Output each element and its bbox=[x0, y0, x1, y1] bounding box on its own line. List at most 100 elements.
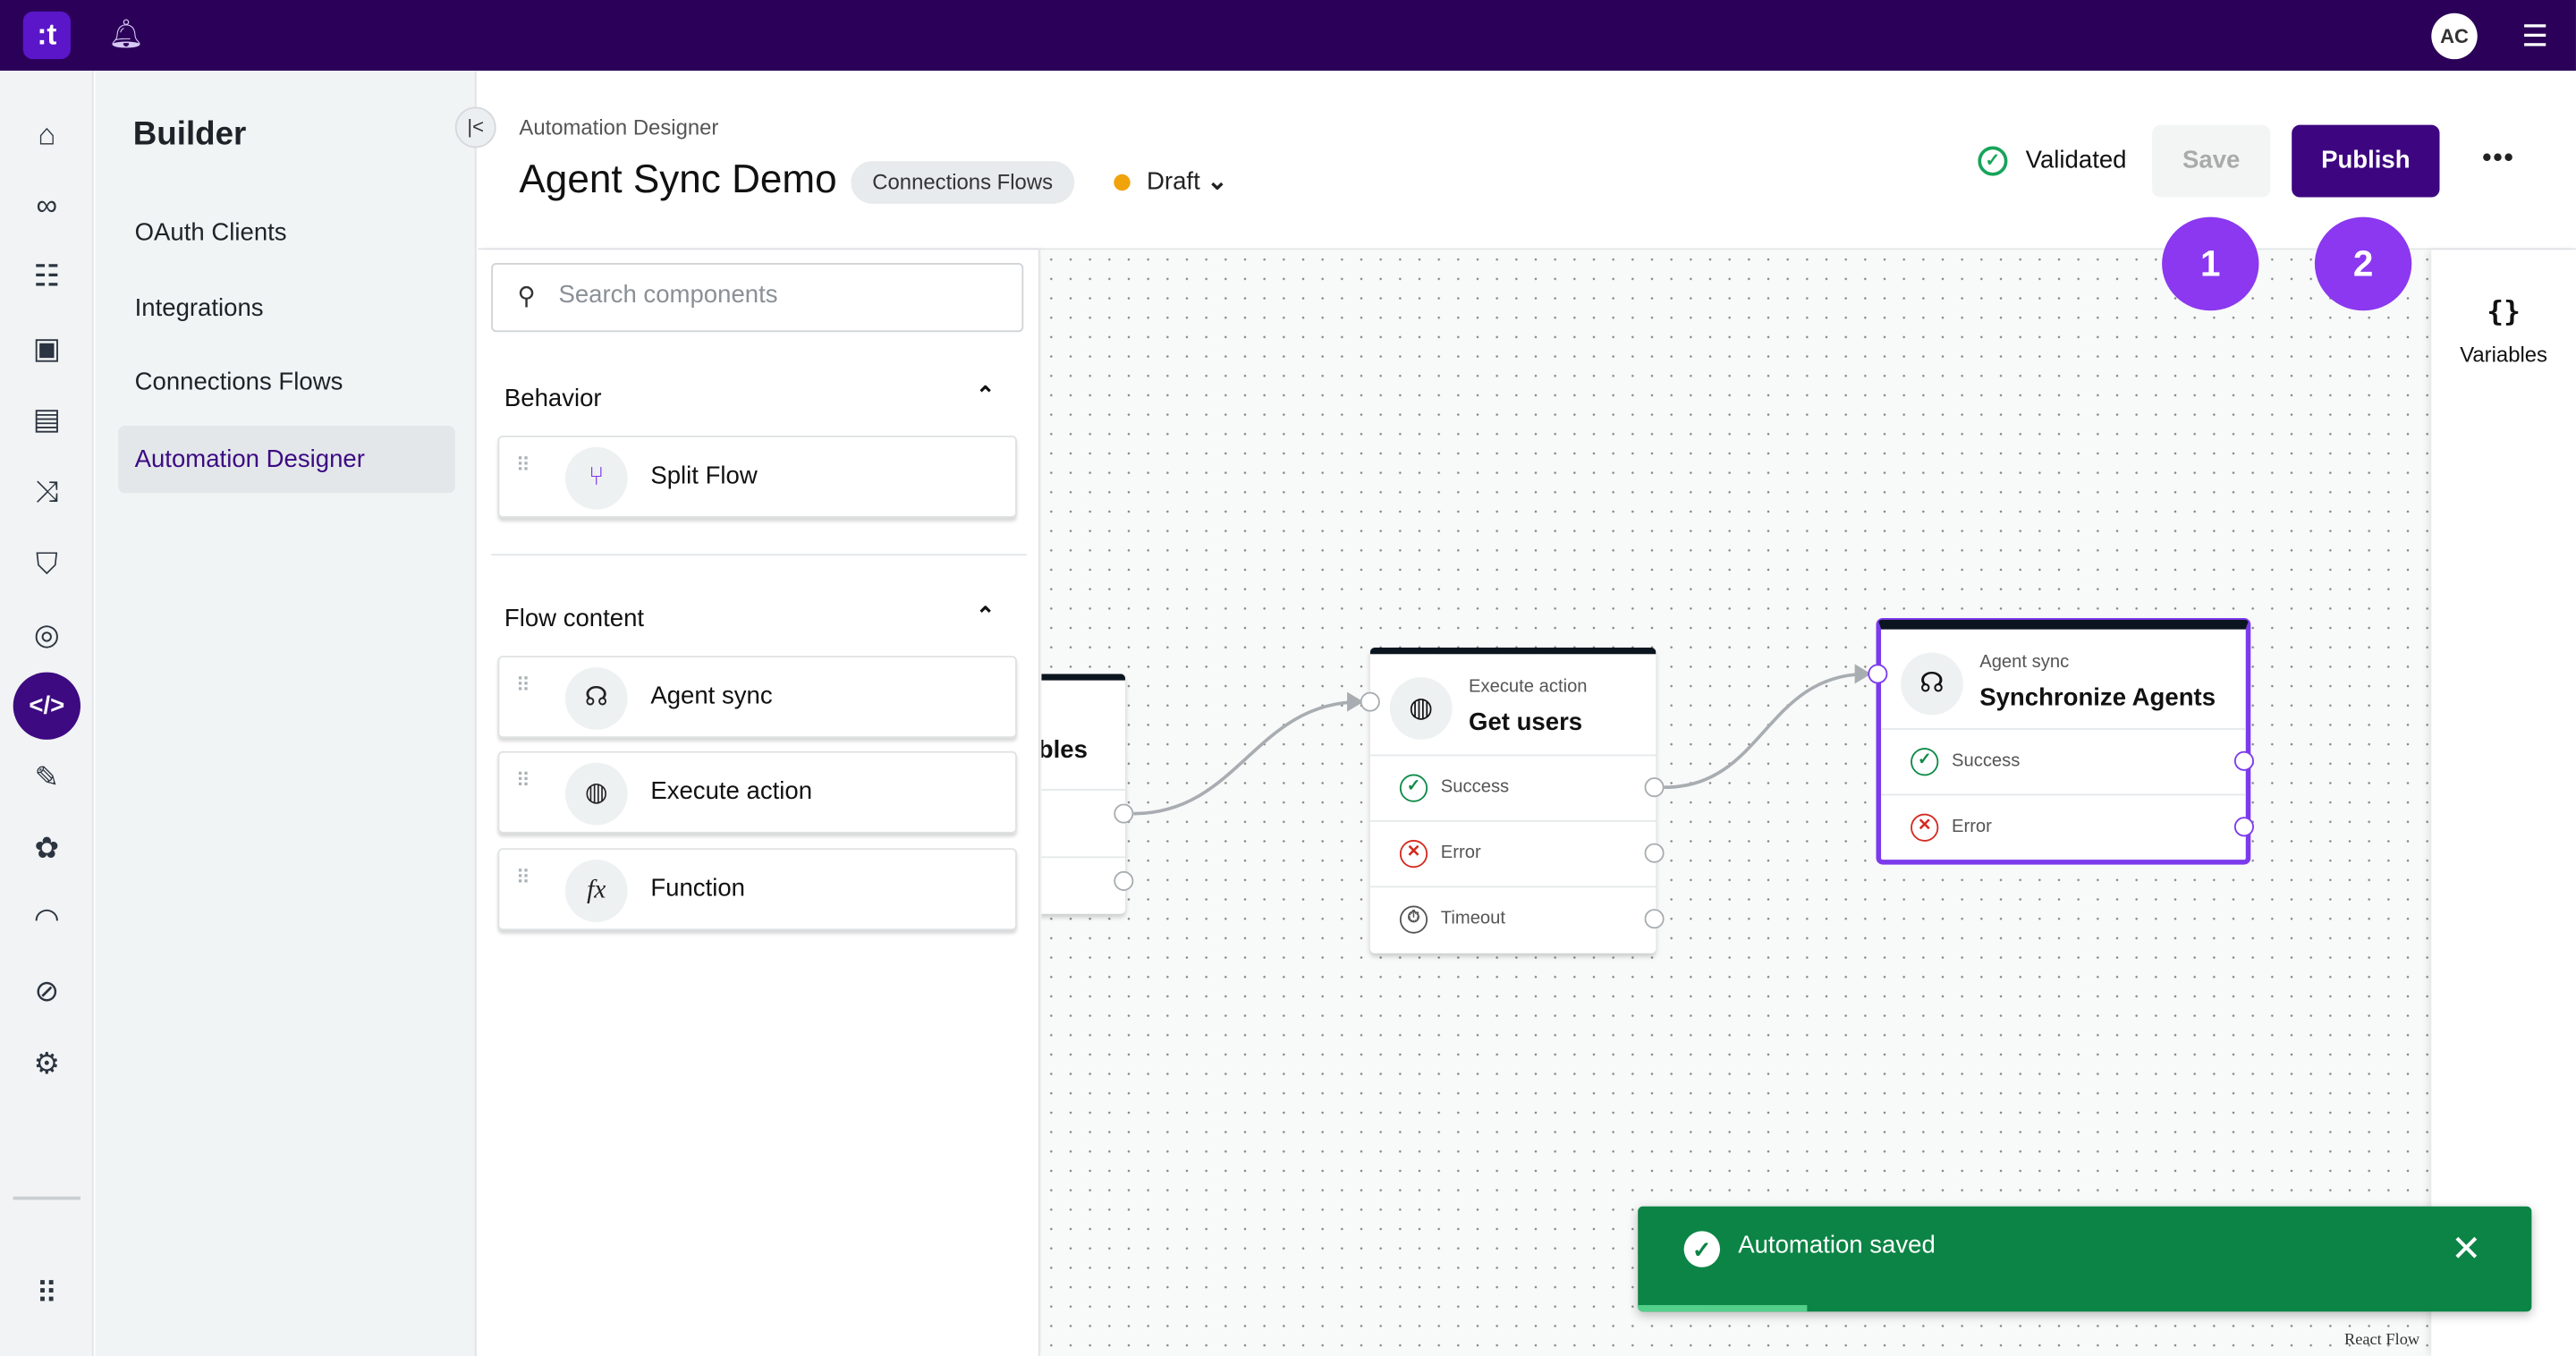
success-icon: ✓ bbox=[1399, 774, 1428, 802]
sidebar-title: Builder bbox=[132, 116, 247, 153]
node-output-error: ✕ Error bbox=[1369, 819, 1657, 886]
drag-handle-icon[interactable]: ⠿ bbox=[516, 455, 532, 475]
step-badge-2: 2 bbox=[2314, 216, 2412, 311]
check-circle-icon: ✓ bbox=[1683, 1231, 1721, 1267]
component-execute-action[interactable]: ⠿ ◍ Execute action bbox=[497, 750, 1017, 834]
sidebar-item-integrations[interactable]: Integrations bbox=[118, 275, 455, 342]
output-handle[interactable] bbox=[1114, 870, 1134, 891]
status-dot bbox=[1114, 174, 1131, 191]
step-badge-1: 1 bbox=[2162, 216, 2259, 311]
headset-icon: ☊ bbox=[564, 667, 628, 730]
edge[interactable] bbox=[1133, 699, 1360, 816]
search-input[interactable] bbox=[558, 281, 1003, 309]
component-split-flow[interactable]: ⠿ ⑂ Split Flow bbox=[497, 435, 1017, 518]
bell-icon[interactable]: 🔔︎ bbox=[108, 18, 144, 51]
brain-icon[interactable]: ✿ bbox=[23, 825, 71, 872]
list-icon[interactable]: ☷ bbox=[23, 253, 71, 301]
toast-message: Automation saved bbox=[1738, 1231, 1936, 1259]
breadcrumb[interactable]: Automation Designer bbox=[519, 115, 718, 140]
components-panel: ⚲ Behavior ⌃ ⠿ ⑂ Split Flow Flow content… bbox=[478, 250, 1040, 1356]
output-handle-success[interactable] bbox=[2233, 750, 2254, 771]
avatar[interactable]: AC bbox=[2431, 13, 2478, 60]
component-agent-sync[interactable]: ⠿ ☊ Agent sync bbox=[497, 656, 1017, 739]
toast-progress-bar bbox=[1638, 1305, 1809, 1312]
output-handle[interactable] bbox=[1114, 803, 1134, 824]
section-divider bbox=[491, 554, 1027, 556]
publish-button[interactable]: Publish bbox=[2292, 124, 2440, 198]
variables-label[interactable]: Variables bbox=[2431, 342, 2576, 367]
component-label: Split Flow bbox=[650, 462, 758, 490]
gauge-icon[interactable]: ◠ bbox=[23, 895, 71, 943]
input-handle[interactable] bbox=[1868, 664, 1888, 684]
collapse-sidebar-button[interactable]: |< bbox=[454, 106, 496, 148]
more-options-icon[interactable]: ••• bbox=[2482, 145, 2514, 174]
flow-node-get-users[interactable]: ◍ Execute action Get users ✓ Success ✕ Err… bbox=[1369, 648, 1657, 953]
status-label: Draft bbox=[1147, 167, 1200, 196]
sidebar-item-connections-flows[interactable]: Connections Flows bbox=[118, 349, 455, 416]
input-handle[interactable] bbox=[1360, 691, 1380, 712]
search-icon: ⚲ bbox=[517, 283, 536, 311]
chevron-up-icon[interactable]: ⌃ bbox=[976, 602, 996, 630]
icon-rail: ⌂ ∞ ☷ ▣ ▤ ⤨ ⛉ ◎ </> ✎ ✿ ◠ ⊘ ⚙ ⠿ bbox=[0, 71, 94, 1356]
output-label: Success bbox=[1951, 750, 2021, 771]
react-flow-attribution[interactable]: React Flow bbox=[2344, 1331, 2419, 1349]
node-name: Synchronize Agents bbox=[1979, 683, 2216, 712]
chevron-up-icon[interactable]: ⌃ bbox=[976, 381, 996, 409]
gear-icon[interactable]: ⚙ bbox=[23, 1040, 71, 1088]
infinity-icon[interactable]: ∞ bbox=[23, 182, 71, 230]
check-circle-icon: ✓ bbox=[1978, 146, 2008, 176]
timer-icon: ⏱︎ bbox=[1399, 905, 1428, 934]
node-type: Agent sync bbox=[1979, 652, 2070, 673]
contacts-icon[interactable]: ▣ bbox=[23, 326, 71, 373]
split-icon: ⑂ bbox=[564, 446, 628, 510]
edge[interactable] bbox=[1664, 672, 1868, 790]
section-behavior[interactable]: Behavior bbox=[504, 385, 602, 412]
variables-panel[interactable]: {} Variables bbox=[2431, 250, 2576, 1356]
function-icon: fx bbox=[564, 860, 628, 922]
output-handle-timeout[interactable] bbox=[1644, 909, 1665, 929]
code-icon[interactable]: </> bbox=[13, 672, 80, 740]
output-handle-error[interactable] bbox=[2233, 817, 2254, 837]
section-flow-content[interactable]: Flow content bbox=[504, 605, 644, 632]
success-icon: ✓ bbox=[1911, 748, 1939, 776]
book-icon[interactable]: ▤ bbox=[23, 396, 71, 444]
output-handle-success[interactable] bbox=[1644, 777, 1665, 798]
component-label: Function bbox=[650, 874, 746, 903]
component-function[interactable]: ⠿ fx Function bbox=[497, 848, 1017, 931]
sidebar-item-oauth-clients[interactable]: OAuth Clients bbox=[118, 199, 455, 266]
top-bar: :t 🔔︎ AC ☰ bbox=[0, 0, 2576, 72]
flow-icon[interactable]: ⤨ bbox=[23, 469, 71, 516]
node-output-success: ✓ Success bbox=[1369, 754, 1657, 820]
node-type: Execute action bbox=[1469, 677, 1588, 698]
status-dropdown[interactable]: Draft ⌄ bbox=[1147, 166, 1227, 196]
rail-divider bbox=[13, 1196, 80, 1200]
home-icon[interactable]: ⌂ bbox=[23, 112, 71, 159]
close-icon[interactable]: ✕ bbox=[2451, 1228, 2481, 1271]
edit-icon[interactable]: ✎ bbox=[23, 754, 71, 801]
fingerprint-icon[interactable]: ◎ bbox=[23, 612, 71, 659]
apps-grid-icon[interactable]: ⠿ bbox=[23, 1270, 71, 1318]
drag-handle-icon[interactable]: ⠿ bbox=[516, 868, 532, 887]
drag-handle-icon[interactable]: ⠿ bbox=[516, 675, 532, 695]
node-output-error: ✕ Error bbox=[1881, 793, 2246, 860]
sidebar: Builder OAuth Clients Integrations Conne… bbox=[95, 71, 477, 1356]
output-label: Timeout bbox=[1440, 909, 1506, 929]
headset-icon: ☊ bbox=[1901, 652, 1963, 716]
app-logo[interactable]: :t bbox=[22, 11, 71, 60]
flow-canvas[interactable]: bles ◍ Execute action Get users ✓ Success… bbox=[1041, 250, 2432, 1356]
panel-toggle-icon[interactable]: ☰ bbox=[2521, 20, 2548, 55]
compass-icon[interactable]: ⊘ bbox=[23, 968, 71, 1015]
output-handle-error[interactable] bbox=[1644, 843, 1665, 863]
sidebar-item-automation-designer[interactable]: Automation Designer bbox=[118, 425, 455, 494]
flow-node-partial[interactable]: bles bbox=[1041, 674, 1126, 914]
search-box[interactable]: ⚲ bbox=[491, 263, 1024, 333]
save-button[interactable]: Save bbox=[2152, 124, 2271, 198]
drag-handle-icon[interactable]: ⠿ bbox=[516, 771, 532, 791]
page-title: Agent Sync Demo bbox=[519, 157, 837, 203]
toast-notification: ✓ Automation saved ✕ bbox=[1638, 1206, 2532, 1312]
braces-icon[interactable]: {} bbox=[2431, 296, 2576, 329]
node-output-timeout: ⏱︎ Timeout bbox=[1369, 886, 1657, 952]
error-icon: ✕ bbox=[1911, 813, 1939, 842]
shield-icon[interactable]: ⛉ bbox=[23, 541, 71, 589]
flow-node-synchronize-agents[interactable]: ☊ Agent sync Synchronize Agents ✓ Success… bbox=[1877, 619, 2250, 863]
